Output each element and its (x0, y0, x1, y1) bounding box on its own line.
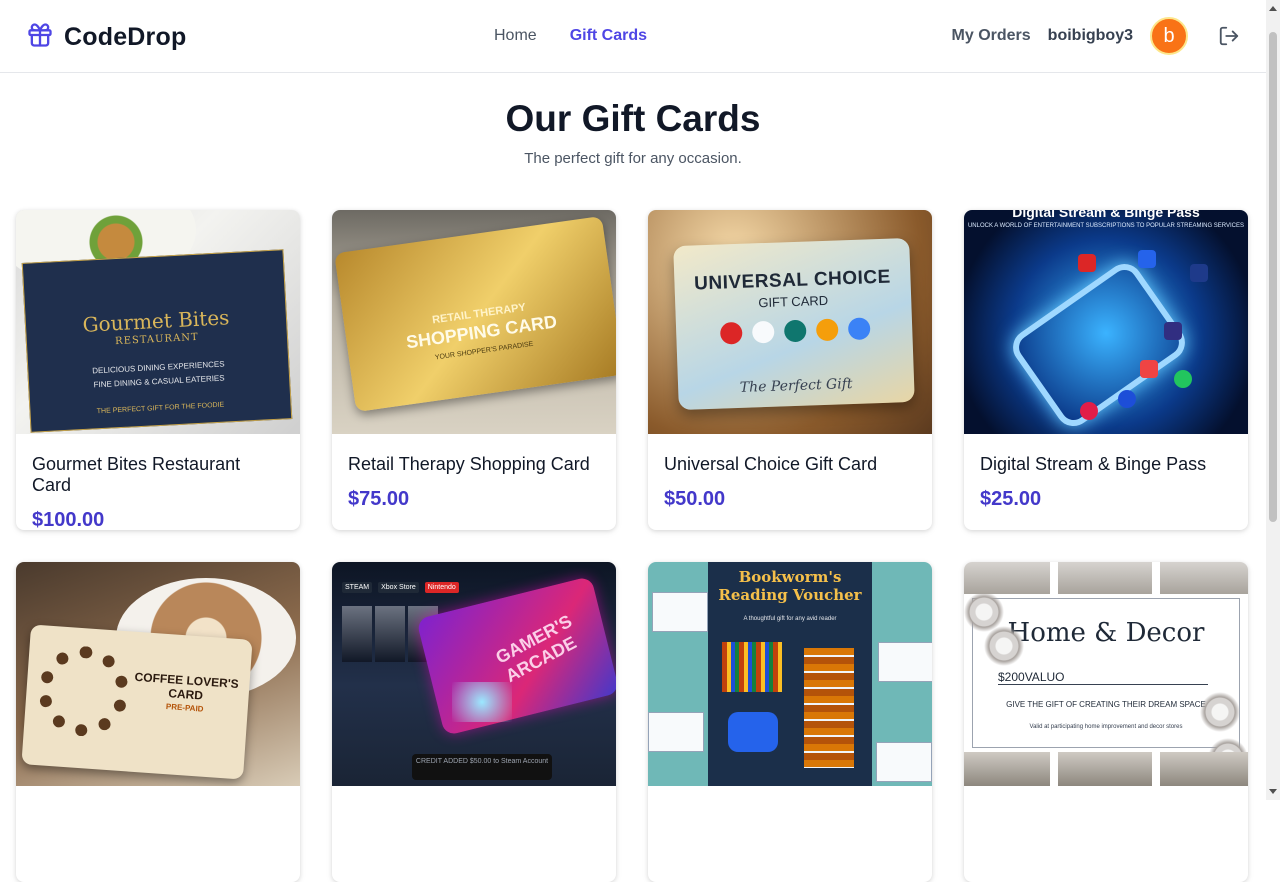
image-text: Xbox Store (378, 582, 419, 593)
avatar[interactable]: b (1150, 17, 1188, 55)
gift-card-price: $100.00 (32, 509, 105, 530)
image-text: STEAM (342, 582, 373, 593)
gift-card[interactable]: Bookworm's Reading Voucher A thoughtful … (648, 562, 932, 882)
gift-card[interactable]: UNIVERSAL CHOICE GIFT CARD The Perfect G… (648, 210, 932, 530)
gift-card-title[interactable]: Gourmet Bites Restaurant Card (32, 454, 284, 496)
gift-card-body (964, 786, 1248, 839)
gift-card-image[interactable]: COFFEE LOVER'S CARD PRE-PAID (16, 562, 300, 786)
gift-card-price: $25.00 (980, 488, 1042, 510)
nav-gift-cards[interactable]: Gift Cards (570, 27, 647, 45)
image-text: THE PERFECT GIFT FOR THE FOODIE (96, 401, 225, 416)
gift-card-image[interactable]: Home & Decor $200VALUO GIVE THE GIFT OF … (964, 562, 1248, 786)
gift-card-body: Universal Choice Gift Card $50.00 (648, 434, 932, 530)
image-text: GAMER'S ARCADE (492, 610, 580, 687)
gift-card-title[interactable]: Universal Choice Gift Card (664, 454, 916, 475)
gift-card[interactable]: Digital Stream & Binge Pass UNLOCK A WOR… (964, 210, 1248, 530)
page-heading: Our Gift Cards The perfect gift for any … (0, 98, 1266, 167)
image-text: UNLOCK A WORLD OF ENTERTAINMENT SUBSCRIP… (967, 223, 1245, 229)
gift-card-price: $75.00 (348, 488, 410, 510)
gift-card-image[interactable]: Gourmet Bites RESTAURANT DELICIOUS DININ… (16, 210, 300, 434)
gift-card[interactable]: STEAM Xbox Store Nintendo GAMER'S ARCADE… (332, 562, 616, 882)
logo[interactable]: CodeDrop (26, 21, 186, 54)
main-nav: Home Gift Cards (494, 27, 647, 45)
image-text: A thoughtful gift for any avid reader (743, 616, 837, 622)
image-text: The Perfect Gift (739, 376, 853, 396)
gift-card[interactable]: Gourmet Bites RESTAURANT DELICIOUS DININ… (16, 210, 300, 530)
gift-card-image[interactable]: Digital Stream & Binge Pass UNLOCK A WOR… (964, 210, 1248, 434)
image-text: Digital Stream & Binge Pass (1012, 210, 1200, 220)
gift-card-image[interactable]: RETAIL THERAPY SHOPPING CARD YOUR SHOPPE… (332, 210, 616, 434)
gift-card-image[interactable]: UNIVERSAL CHOICE GIFT CARD The Perfect G… (648, 210, 932, 434)
gift-card-body (332, 786, 616, 839)
image-text: Bookworm's Reading Voucher (718, 568, 862, 604)
gift-card-grid: Gourmet Bites RESTAURANT DELICIOUS DININ… (16, 210, 1250, 882)
gift-card-title[interactable]: Retail Therapy Shopping Card (348, 454, 600, 475)
gift-card-body: Digital Stream & Binge Pass $25.00 (964, 434, 1248, 530)
username: boibigboy3 (1047, 27, 1133, 44)
gift-card[interactable]: COFFEE LOVER'S CARD PRE-PAID (16, 562, 300, 882)
image-text: CREDIT ADDED $50.00 to Steam Account (412, 754, 552, 780)
page-title: Our Gift Cards (505, 98, 761, 139)
gift-card[interactable]: RETAIL THERAPY SHOPPING CARD YOUR SHOPPE… (332, 210, 616, 530)
image-text: DELICIOUS DINING EXPERIENCES FINE DINING … (91, 359, 225, 390)
page-scrollbar[interactable] (1266, 0, 1280, 800)
gift-card-image[interactable]: Bookworm's Reading Voucher A thoughtful … (648, 562, 932, 786)
gift-card-body (16, 786, 300, 839)
image-text: $200VALUO (998, 670, 1208, 685)
scrollbar-thumb[interactable] (1269, 32, 1277, 522)
gift-card-body (648, 786, 932, 839)
image-text: Nintendo (424, 582, 459, 593)
logout-icon[interactable] (1218, 25, 1240, 47)
nav-home[interactable]: Home (494, 27, 537, 45)
user-area: My Orders boibigboy3 b (952, 17, 1240, 55)
my-orders-link[interactable]: My Orders (952, 27, 1031, 45)
gift-card[interactable]: Home & Decor $200VALUO GIVE THE GIFT OF … (964, 562, 1248, 882)
gift-card-image[interactable]: STEAM Xbox Store Nintendo GAMER'S ARCADE… (332, 562, 616, 786)
site-header: CodeDrop Home Gift Cards My Orders boibi… (0, 0, 1266, 73)
gift-icon (26, 21, 54, 54)
scroll-down-arrow-icon[interactable] (1269, 789, 1277, 794)
brand-name: CodeDrop (64, 23, 187, 51)
scroll-up-arrow-icon[interactable] (1269, 6, 1277, 11)
gift-card-price: $50.00 (664, 488, 726, 510)
gift-card-title[interactable]: Digital Stream & Binge Pass (980, 454, 1232, 475)
gift-card-body: Gourmet Bites Restaurant Card $100.00 (16, 434, 300, 530)
gift-card-body: Retail Therapy Shopping Card $75.00 (332, 434, 616, 530)
page-subtitle: The perfect gift for any occasion. (524, 150, 742, 167)
